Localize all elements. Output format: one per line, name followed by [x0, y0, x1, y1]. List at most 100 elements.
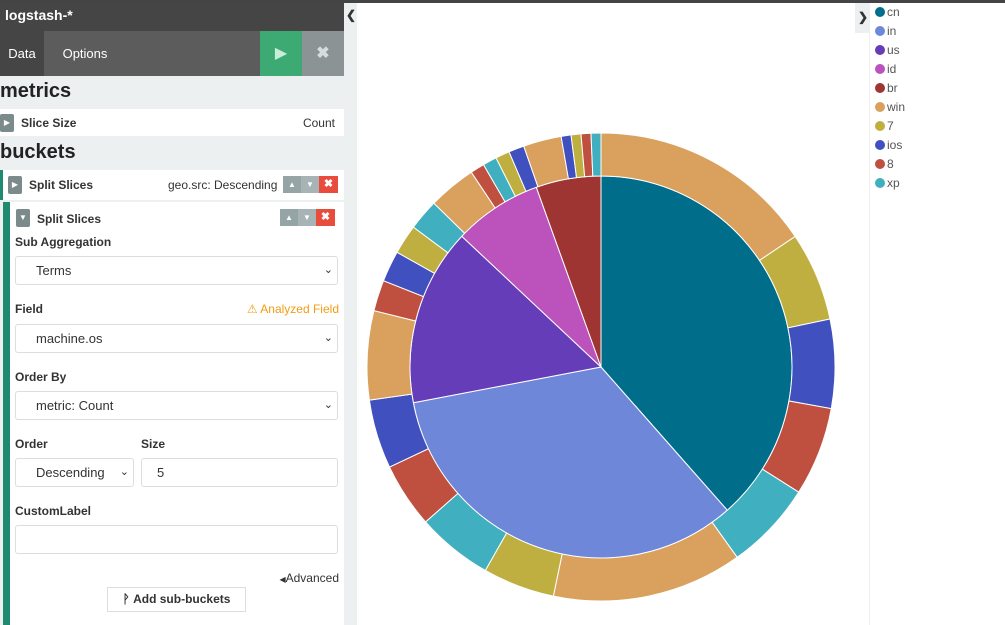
close-icon: ✖	[323, 178, 334, 190]
field-label: Field	[15, 302, 44, 316]
metric-value: Count	[302, 116, 335, 130]
add-sub-buckets-button[interactable]: ᚹ Add sub-buckets	[107, 587, 246, 612]
remove-bucket-button[interactable]: ✖	[316, 209, 335, 226]
fork-icon: ᚹ	[122, 592, 130, 606]
legend-label: us	[887, 43, 900, 57]
bucket-actions: ▲ ▼ ✖	[280, 209, 335, 226]
legend-item-in[interactable]: in	[871, 22, 1005, 41]
legend-swatch	[875, 64, 885, 74]
legend-item-id[interactable]: id	[871, 60, 1005, 79]
apply-changes-button[interactable]: ▶	[260, 31, 302, 76]
order-select[interactable]: Descending ⌄	[15, 458, 134, 487]
pie-slice-br-xp[interactable]	[590, 132, 602, 177]
size-input[interactable]: 5	[141, 458, 338, 487]
sidebar-tab-bar: Data Options ▶ ✖	[0, 31, 344, 76]
metric-label: Slice Size	[21, 116, 77, 130]
legend-item-win[interactable]: win	[871, 98, 1005, 117]
custom-label-label: CustomLabel	[15, 504, 92, 518]
size-label: Size	[141, 437, 166, 451]
analyzed-field-text: Analyzed Field	[260, 302, 339, 316]
caret-down-icon: ▼	[19, 213, 27, 222]
custom-label-input[interactable]	[15, 525, 338, 554]
legend-swatch	[875, 140, 885, 150]
order-label: Order	[15, 437, 48, 451]
legend-swatch	[875, 83, 885, 93]
chevron-down-icon: ⌄	[323, 264, 333, 276]
metric-row-slice-size[interactable]: ▶ Slice Size Count	[0, 109, 344, 136]
expand-bucket-toggle[interactable]: ▶	[8, 176, 22, 194]
bucket-row-split-slices[interactable]: ▶ Split Slices geo.src: Descending ▲ ▼ ✖	[0, 170, 344, 200]
legend-swatch	[875, 121, 885, 131]
move-down-button[interactable]: ▼	[298, 209, 316, 226]
sub-aggregation-select[interactable]: Terms ⌄	[15, 256, 338, 285]
legend-item-cn[interactable]: cn	[871, 3, 1005, 22]
legend-swatch	[875, 178, 885, 188]
caret-down-icon: ▼	[306, 180, 314, 189]
buckets-heading: buckets	[0, 141, 76, 163]
order-value: Descending	[36, 465, 105, 480]
caret-up-icon: ▲	[285, 213, 293, 222]
caret-up-icon: ▲	[288, 180, 296, 189]
remove-bucket-button[interactable]: ✖	[319, 176, 338, 193]
field-value: machine.os	[36, 331, 103, 346]
legend-label: ios	[887, 138, 903, 152]
expand-metric-toggle[interactable]: ▶	[0, 114, 14, 132]
legend-label: in	[887, 24, 897, 38]
close-icon: ✖	[316, 45, 330, 62]
caret-right-icon: ▶	[11, 180, 19, 189]
legend: cn in us id br win 7 ios 8 xp	[871, 3, 1005, 193]
discard-changes-button[interactable]: ✖	[302, 31, 344, 76]
move-down-button[interactable]: ▼	[301, 176, 319, 193]
sub-aggregation-label: Sub Aggregation	[15, 235, 112, 249]
legend-item-br[interactable]: br	[871, 79, 1005, 98]
pie-chart	[366, 132, 836, 602]
sub-aggregation-value: Terms	[36, 263, 72, 278]
order-by-value: metric: Count	[36, 398, 114, 413]
analyzed-field-warning: ⚠ Analyzed Field	[247, 302, 339, 316]
pie-slice-cn-ios[interactable]	[787, 318, 836, 410]
advanced-toggle[interactable]: ◀Advanced	[279, 571, 339, 585]
caret-right-icon: ▶	[3, 118, 11, 127]
legend-item-7[interactable]: 7	[871, 117, 1005, 136]
play-icon: ▶	[274, 45, 288, 62]
legend-label: cn	[887, 5, 900, 19]
move-up-button[interactable]: ▲	[280, 209, 298, 226]
legend-swatch	[875, 159, 885, 169]
tab-options[interactable]: Options	[52, 31, 118, 76]
collapse-sidebar-button[interactable]: ❮	[346, 8, 356, 22]
legend-swatch	[875, 45, 885, 55]
bucket-label: Split Slices	[29, 178, 94, 192]
legend-label: win	[887, 100, 906, 114]
tab-data[interactable]: Data	[0, 31, 44, 76]
bucket-editor-split-slices: ▼ Split Slices ▲ ▼ ✖ Sub Aggregation Ter…	[3, 202, 344, 625]
legend-swatch	[875, 102, 885, 112]
legend-swatch	[875, 7, 885, 17]
bucket-label: Split Slices	[37, 212, 102, 226]
collapse-bucket-toggle[interactable]: ▼	[16, 209, 30, 227]
order-by-select[interactable]: metric: Count ⌄	[15, 391, 338, 420]
chevron-down-icon: ⌄	[323, 399, 333, 411]
warning-icon: ⚠	[246, 302, 258, 316]
chevron-left-icon: ❮	[346, 8, 357, 22]
legend-item-ios[interactable]: ios	[871, 136, 1005, 155]
chevron-down-icon: ⌄	[323, 332, 333, 344]
legend-item-us[interactable]: us	[871, 41, 1005, 60]
field-select[interactable]: machine.os ⌄	[15, 324, 338, 353]
close-icon: ✖	[320, 211, 331, 223]
bucket-actions: ▲ ▼ ✖	[283, 176, 338, 193]
pie-slice-us-win[interactable]	[366, 310, 417, 401]
index-pattern-title: logstash-*	[0, 0, 344, 31]
legend-item-8[interactable]: 8	[871, 155, 1005, 174]
editor-sidebar: logstash-* Data Options ▶ ✖ metrics ▶ Sl…	[0, 0, 344, 625]
legend-label: id	[887, 62, 897, 76]
sidebar-divider	[344, 0, 357, 625]
legend-label: 8	[887, 157, 894, 171]
bucket-description: geo.src: Descending	[168, 178, 278, 192]
chart-area	[357, 3, 855, 625]
legend-toggle-button[interactable]: ❯	[858, 10, 868, 24]
chevron-down-icon: ⌄	[119, 466, 129, 478]
legend-swatch	[875, 26, 885, 36]
move-up-button[interactable]: ▲	[283, 176, 301, 193]
legend-item-xp[interactable]: xp	[871, 174, 1005, 193]
chevron-right-icon: ❯	[858, 10, 869, 24]
